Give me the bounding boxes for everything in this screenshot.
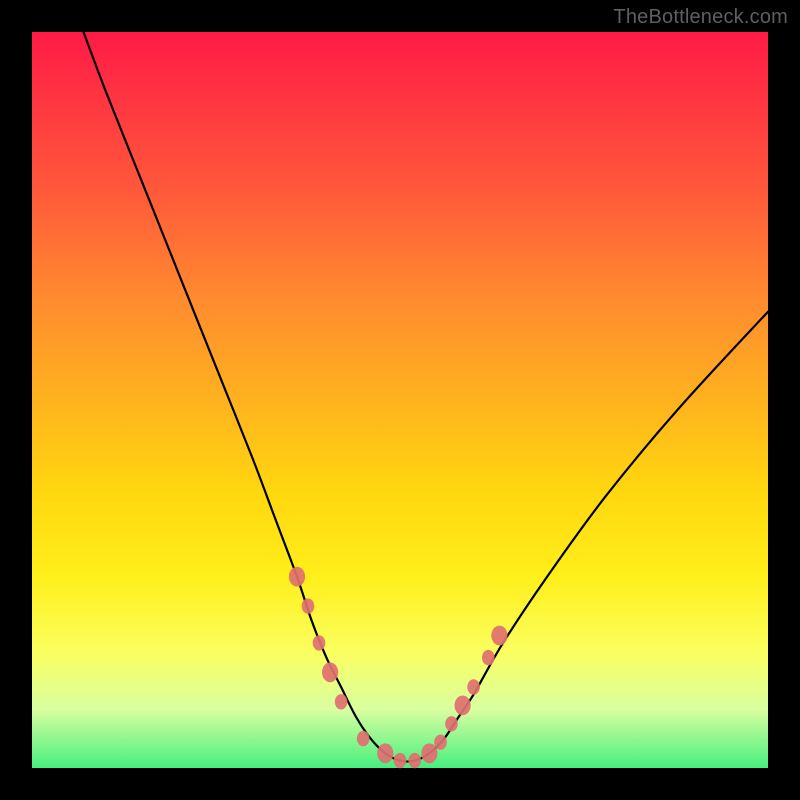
marker-dot [335, 694, 348, 709]
marker-dot [455, 696, 471, 716]
marker-dot [491, 626, 507, 646]
marker-dot [357, 731, 370, 746]
marker-dot [302, 598, 315, 613]
marker-dot [313, 635, 326, 650]
chart-svg [32, 32, 768, 768]
marker-dot [434, 735, 447, 750]
chart-frame: TheBottleneck.com [0, 0, 800, 800]
plot-area [32, 32, 768, 768]
bottleneck-curve [84, 32, 769, 762]
marker-group [289, 567, 508, 769]
marker-dot [445, 716, 458, 731]
marker-dot [421, 743, 437, 763]
marker-dot [408, 753, 421, 768]
marker-dot [394, 753, 407, 768]
marker-dot [482, 650, 495, 665]
marker-dot [377, 743, 393, 763]
watermark-text: TheBottleneck.com [613, 6, 788, 29]
marker-dot [322, 662, 338, 682]
marker-dot [467, 679, 480, 694]
marker-dot [289, 567, 305, 587]
